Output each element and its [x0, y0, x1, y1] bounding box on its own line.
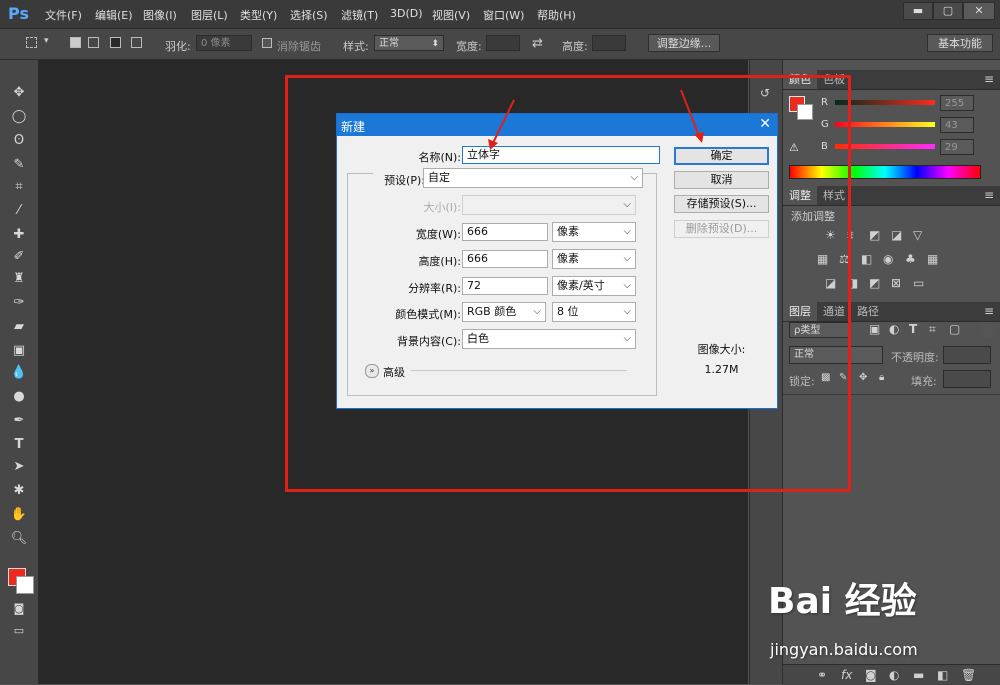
- baidu-watermark-url: jingyan.baidu.com: [770, 640, 918, 659]
- arrow-head-ok: [694, 132, 704, 143]
- arrow-to-ok-button: [680, 89, 700, 137]
- arrow-head-name: [488, 139, 498, 150]
- arrow-to-name-field: [492, 99, 515, 144]
- baidu-watermark: Bai 经验: [768, 581, 917, 622]
